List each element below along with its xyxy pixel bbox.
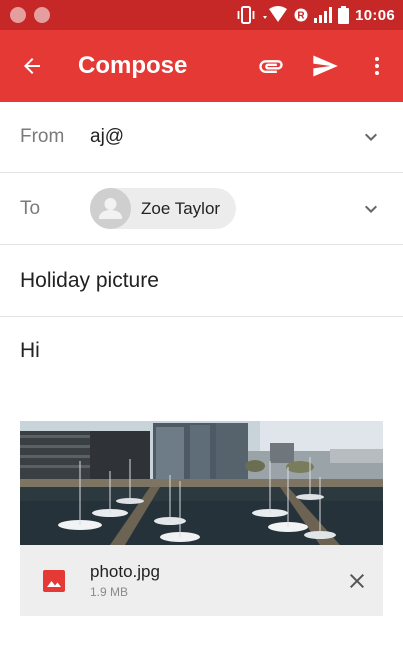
attachment-file-size: 1.9 MB [90,585,129,599]
notification-dot-icon [10,7,26,23]
signal-icon [314,7,333,23]
chevron-down-icon[interactable] [359,197,383,221]
status-notifications [10,7,50,23]
notification-dot-icon [34,7,50,23]
attachment-card[interactable]: photo.jpg 1.9 MB [20,421,383,616]
close-icon[interactable] [345,569,369,593]
more-vert-icon[interactable] [365,54,389,78]
battery-icon [338,6,350,24]
attachment-file-name: photo.jpg [90,562,160,581]
recipient-chip[interactable]: Zoe Taylor [90,188,237,229]
wifi-icon [262,6,288,24]
from-row: From aj@ [0,102,403,173]
status-bar: R 10:06 [0,0,403,30]
avatar [90,188,131,229]
to-row: To Zoe Taylor [0,173,403,245]
app-bar-actions [257,52,389,80]
back-arrow-icon[interactable] [20,54,44,78]
chevron-down-icon[interactable] [359,125,383,149]
attachment-preview-image [20,421,383,545]
vibrate-icon [236,6,256,24]
subject-field[interactable]: Holiday picture [0,245,403,317]
attach-icon[interactable] [257,52,285,80]
page-title: Compose [78,52,188,79]
person-icon [99,198,122,219]
roaming-icon: R [294,8,308,22]
image-file-icon [43,569,65,592]
send-icon[interactable] [311,52,339,80]
roaming-label: R [298,11,306,22]
from-label: From [20,126,65,147]
from-account[interactable]: aj@ [90,126,359,148]
status-icons: R 10:06 [236,6,395,24]
status-time: 10:06 [355,6,395,24]
to-label: To [20,197,41,219]
compose-screen: R 10:06 Compose From aj@ To Zoe Taylor H… [0,0,403,672]
body-field[interactable]: Hi [0,317,403,377]
subject-text: Holiday picture [20,268,159,292]
attachment-info: photo.jpg 1.9 MB [20,545,383,616]
attachment-text: photo.jpg 1.9 MB [90,562,345,599]
app-bar: Compose [0,30,403,102]
recipient-name: Zoe Taylor [141,198,221,218]
